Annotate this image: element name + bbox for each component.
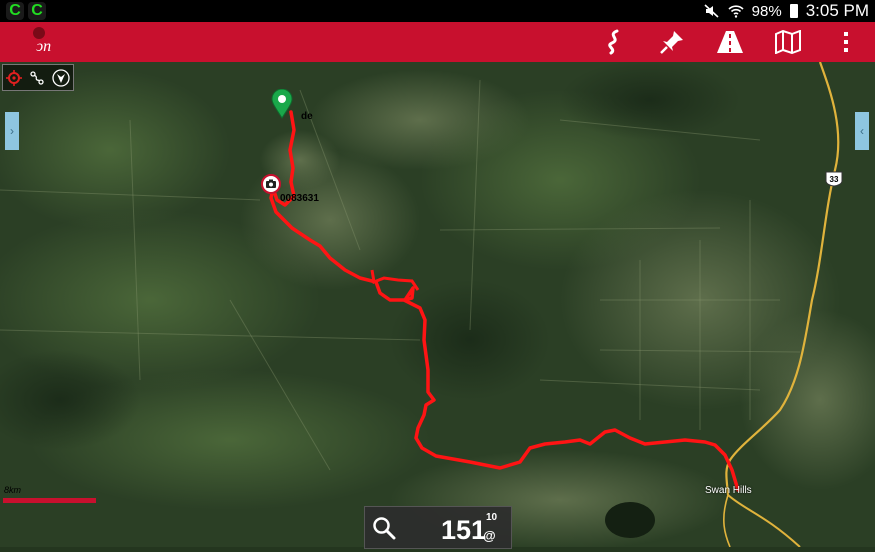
search-icon[interactable] [372, 516, 396, 540]
left-drawer-tab[interactable]: › [5, 112, 19, 150]
wifi-icon [728, 5, 744, 18]
town-label: Swan Hills [705, 485, 752, 496]
status-bar: C C 98% 3:05 PM [0, 0, 875, 22]
search-speed-panel[interactable]: 151 10 @ [364, 506, 512, 549]
overflow-menu-button[interactable] [826, 22, 866, 62]
app-logo-icon: ↄn [33, 27, 51, 55]
photo-label: 0083631 [280, 193, 319, 204]
map-layers-button[interactable] [768, 22, 808, 62]
battery-icon [789, 4, 798, 18]
map-icon [775, 30, 801, 54]
track-icon[interactable] [29, 70, 45, 86]
locate-icon[interactable] [6, 69, 23, 86]
highway-number: 33 [830, 175, 839, 184]
pin-icon [660, 31, 683, 54]
app-logo-button[interactable]: ↄn [22, 22, 62, 62]
pin-button[interactable] [652, 22, 692, 62]
right-drawer-tab[interactable]: ‹ [855, 112, 869, 150]
app-toolbar: ↄn [0, 22, 875, 62]
satellite-map[interactable]: de 0083631 33 Swan Hills [0, 60, 875, 550]
speed-value: 151 [441, 515, 487, 545]
route-button[interactable] [594, 22, 634, 62]
map-canvas [0, 60, 875, 550]
camera-icon[interactable] [261, 174, 281, 194]
speed-unit: @ [483, 528, 496, 543]
start-marker-icon[interactable] [271, 89, 293, 119]
overflow-menu-icon [844, 32, 848, 52]
scale-label: 8km [4, 485, 22, 495]
mute-icon [704, 4, 719, 18]
notification-app-icon: C [6, 2, 24, 20]
highway-shield: 33 [825, 171, 843, 187]
road-button[interactable] [710, 22, 750, 62]
route-icon [608, 29, 619, 55]
road-icon [717, 31, 743, 53]
scale-bar [3, 498, 96, 503]
compass-icon[interactable] [51, 68, 70, 87]
map-controls [2, 64, 74, 91]
notification-app-icon: C [28, 2, 46, 20]
speed-superscript: 10 [486, 512, 498, 523]
waypoint-label: de [301, 111, 313, 122]
logo-text: ↄn [36, 38, 51, 55]
clock: 3:05 PM [805, 1, 869, 20]
battery-percent: 98% [751, 2, 782, 20]
